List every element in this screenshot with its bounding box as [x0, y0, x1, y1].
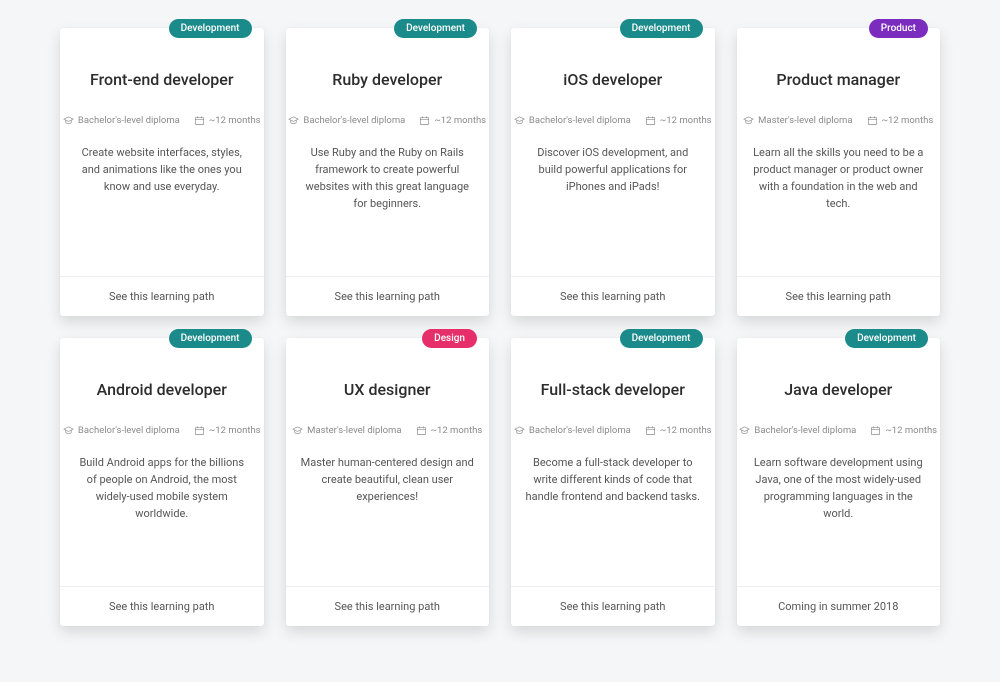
diploma-label: Bachelor's-level diploma	[754, 425, 856, 436]
diploma-icon	[63, 115, 74, 126]
card-title: Ruby developer	[286, 70, 490, 89]
duration-meta: ~12 months	[870, 425, 937, 436]
diploma-label: Master's-level diploma	[307, 425, 401, 436]
category-tag: Development	[169, 329, 252, 348]
diploma-label: Bachelor's-level diploma	[303, 115, 405, 126]
card-cta[interactable]: See this learning path	[511, 586, 715, 626]
duration-label: ~12 months	[209, 425, 261, 436]
duration-label: ~12 months	[660, 115, 712, 126]
duration-label: ~12 months	[882, 115, 934, 126]
diploma-meta: Bachelor's-level diploma	[739, 425, 856, 436]
duration-meta: ~12 months	[416, 425, 483, 436]
diploma-label: Bachelor's-level diploma	[529, 425, 631, 436]
calendar-icon	[645, 115, 656, 126]
diploma-icon	[743, 115, 754, 126]
card-title: Android developer	[60, 380, 264, 399]
learning-path-card[interactable]: Development Android developer Bachelor's…	[60, 338, 264, 626]
card-description: Become a full-stack developer to write d…	[511, 454, 715, 586]
card-title: Product manager	[737, 70, 941, 89]
diploma-meta: Master's-level diploma	[292, 425, 401, 436]
card-description: Build Android apps for the billions of p…	[60, 454, 264, 586]
duration-meta: ~12 months	[419, 115, 486, 126]
diploma-icon	[288, 115, 299, 126]
card-title: iOS developer	[511, 70, 715, 89]
card-cta[interactable]: See this learning path	[286, 276, 490, 316]
card-meta: Bachelor's-level diploma ~12 months	[60, 425, 264, 436]
duration-meta: ~12 months	[645, 425, 712, 436]
card-description: Use Ruby and the Ruby on Rails framework…	[286, 144, 490, 276]
learning-path-card[interactable]: Development Java developer Bachelor's-le…	[737, 338, 941, 626]
card-cta[interactable]: See this learning path	[60, 276, 264, 316]
duration-meta: ~12 months	[194, 425, 261, 436]
card-cta[interactable]: See this learning path	[737, 276, 941, 316]
diploma-meta: Bachelor's-level diploma	[63, 425, 180, 436]
learning-path-card[interactable]: Development iOS developer Bachelor's-lev…	[511, 28, 715, 316]
diploma-icon	[292, 425, 303, 436]
diploma-label: Bachelor's-level diploma	[529, 115, 631, 126]
diploma-meta: Master's-level diploma	[743, 115, 852, 126]
card-title: Full-stack developer	[511, 380, 715, 399]
learning-path-card[interactable]: Design UX designer Master's-level diplom…	[286, 338, 490, 626]
card-cta[interactable]: See this learning path	[60, 586, 264, 626]
card-meta: Bachelor's-level diploma ~12 months	[737, 425, 941, 436]
duration-label: ~12 months	[209, 115, 261, 126]
category-tag: Development	[394, 19, 477, 38]
calendar-icon	[645, 425, 656, 436]
learning-path-card[interactable]: Development Full-stack developer Bachelo…	[511, 338, 715, 626]
diploma-icon	[63, 425, 74, 436]
category-tag: Development	[169, 19, 252, 38]
diploma-meta: Bachelor's-level diploma	[288, 115, 405, 126]
card-meta: Bachelor's-level diploma ~12 months	[511, 425, 715, 436]
calendar-icon	[870, 425, 881, 436]
card-description: Discover iOS development, and build powe…	[511, 144, 715, 276]
category-tag: Design	[422, 329, 477, 348]
duration-label: ~12 months	[434, 115, 486, 126]
card-description: Master human-centered design and create …	[286, 454, 490, 586]
duration-meta: ~12 months	[194, 115, 261, 126]
card-meta: Bachelor's-level diploma ~12 months	[60, 115, 264, 126]
calendar-icon	[194, 425, 205, 436]
category-tag: Development	[845, 329, 928, 348]
learning-path-card[interactable]: Product Product manager Master's-level d…	[737, 28, 941, 316]
calendar-icon	[867, 115, 878, 126]
card-meta: Master's-level diploma ~12 months	[286, 425, 490, 436]
diploma-icon	[739, 425, 750, 436]
learning-path-card[interactable]: Development Ruby developer Bachelor's-le…	[286, 28, 490, 316]
diploma-meta: Bachelor's-level diploma	[514, 115, 631, 126]
calendar-icon	[194, 115, 205, 126]
diploma-label: Bachelor's-level diploma	[78, 115, 180, 126]
calendar-icon	[419, 115, 430, 126]
duration-label: ~12 months	[885, 425, 937, 436]
diploma-label: Bachelor's-level diploma	[78, 425, 180, 436]
learning-path-grid: Development Front-end developer Bachelor…	[60, 28, 940, 626]
duration-meta: ~12 months	[867, 115, 934, 126]
duration-label: ~12 months	[660, 425, 712, 436]
category-tag: Development	[620, 329, 703, 348]
duration-label: ~12 months	[431, 425, 483, 436]
category-tag: Development	[620, 19, 703, 38]
diploma-meta: Bachelor's-level diploma	[63, 115, 180, 126]
card-title: UX designer	[286, 380, 490, 399]
diploma-icon	[514, 425, 525, 436]
card-meta: Bachelor's-level diploma ~12 months	[286, 115, 490, 126]
diploma-label: Master's-level diploma	[758, 115, 852, 126]
duration-meta: ~12 months	[645, 115, 712, 126]
calendar-icon	[416, 425, 427, 436]
card-title: Front-end developer	[60, 70, 264, 89]
diploma-icon	[514, 115, 525, 126]
card-description: Learn all the skills you need to be a pr…	[737, 144, 941, 276]
card-cta[interactable]: See this learning path	[286, 586, 490, 626]
learning-path-card[interactable]: Development Front-end developer Bachelor…	[60, 28, 264, 316]
card-meta: Bachelor's-level diploma ~12 months	[511, 115, 715, 126]
diploma-meta: Bachelor's-level diploma	[514, 425, 631, 436]
card-cta[interactable]: See this learning path	[511, 276, 715, 316]
card-cta[interactable]: Coming in summer 2018	[737, 586, 941, 626]
card-title: Java developer	[737, 380, 941, 399]
category-tag: Product	[869, 19, 928, 38]
card-description: Learn software development using Java, o…	[737, 454, 941, 586]
card-description: Create website interfaces, styles, and a…	[60, 144, 264, 276]
card-meta: Master's-level diploma ~12 months	[737, 115, 941, 126]
